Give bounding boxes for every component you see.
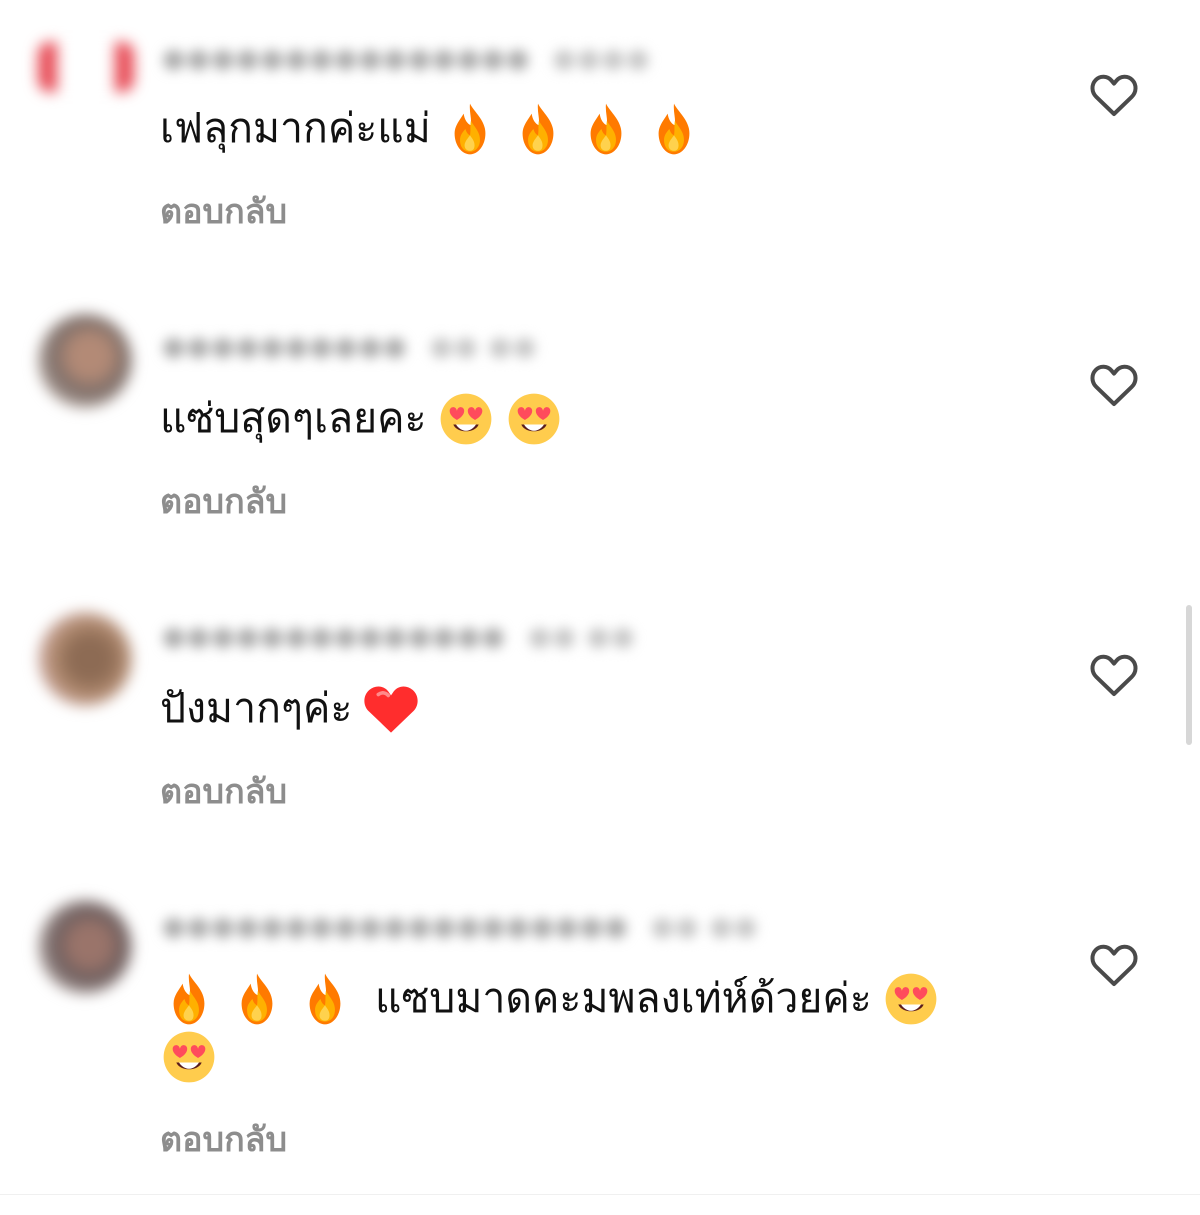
fire-emoji	[228, 970, 286, 1028]
comment-body: เฟลุกมากค่ะแม่	[160, 104, 431, 152]
comment-body: แซบมาดคะมพลงเท่ห์ด้วยค่ะ	[375, 974, 872, 1022]
comment-timestamp: ●● ●●	[429, 330, 538, 362]
avatar[interactable]	[38, 314, 132, 408]
username-blurred[interactable]: ●●●●●●●●●●●●●●● ●●●●	[162, 42, 650, 74]
heart-outline-icon[interactable]	[1088, 72, 1140, 118]
comment-text: ปังมากๆค่ะ	[160, 680, 420, 740]
username: ●●●●●●●●●●●●●●●●●●●	[162, 910, 629, 942]
red-heart-emoji	[362, 680, 420, 738]
username-blurred[interactable]: ●●●●●●●●●●●●●● ●● ●●	[162, 620, 635, 652]
fire-emoji	[645, 100, 703, 158]
avatar[interactable]	[38, 42, 134, 92]
comment-body: ปังมากๆค่ะ	[160, 684, 353, 732]
username-blurred[interactable]: ●●●●●●●●●● ●● ●●	[162, 330, 536, 362]
reply-button[interactable]: ตอบกลับ	[160, 764, 287, 818]
reply-button[interactable]: ตอบกลับ	[160, 184, 287, 238]
fire-emoji	[509, 100, 567, 158]
comment-timestamp: ●●●●	[552, 42, 651, 74]
heart-eyes-emoji	[160, 1028, 218, 1086]
heart-eyes-emoji	[505, 390, 563, 448]
heart-outline-icon[interactable]	[1088, 362, 1140, 408]
heart-eyes-emoji	[437, 390, 495, 448]
fire-emoji	[160, 970, 218, 1028]
comment-timestamp: ●● ●●	[650, 910, 759, 942]
scrollbar[interactable]	[1186, 605, 1192, 745]
comment-timestamp: ●● ●●	[527, 620, 636, 652]
username-blurred[interactable]: ●●●●●●●●●●●●●●●●●●● ●● ●●	[162, 910, 757, 942]
comment-text: แซบมาดคะมพลงเท่ห์ด้วยค่ะ	[160, 970, 940, 1030]
fire-emoji	[296, 970, 354, 1028]
comment-text-line-2	[160, 1028, 218, 1088]
reply-button[interactable]: ตอบกลับ	[160, 1112, 287, 1166]
username: ●●●●●●●●●●	[162, 330, 408, 362]
heart-eyes-emoji	[882, 970, 940, 1028]
avatar[interactable]	[38, 612, 132, 706]
fire-emoji	[577, 100, 635, 158]
heart-outline-icon[interactable]	[1088, 652, 1140, 698]
bottom-divider	[0, 1194, 1200, 1195]
heart-outline-icon[interactable]	[1088, 942, 1140, 988]
comment-body: แซ่บสุดๆเลยคะ	[160, 394, 427, 442]
comment-text: แซ่บสุดๆเลยคะ	[160, 390, 563, 450]
username: ●●●●●●●●●●●●●●●	[162, 42, 531, 74]
comment-text: เฟลุกมากค่ะแม่	[160, 100, 703, 160]
fire-emoji	[441, 100, 499, 158]
username: ●●●●●●●●●●●●●●	[162, 620, 506, 652]
avatar[interactable]	[38, 900, 132, 994]
reply-button[interactable]: ตอบกลับ	[160, 474, 287, 528]
